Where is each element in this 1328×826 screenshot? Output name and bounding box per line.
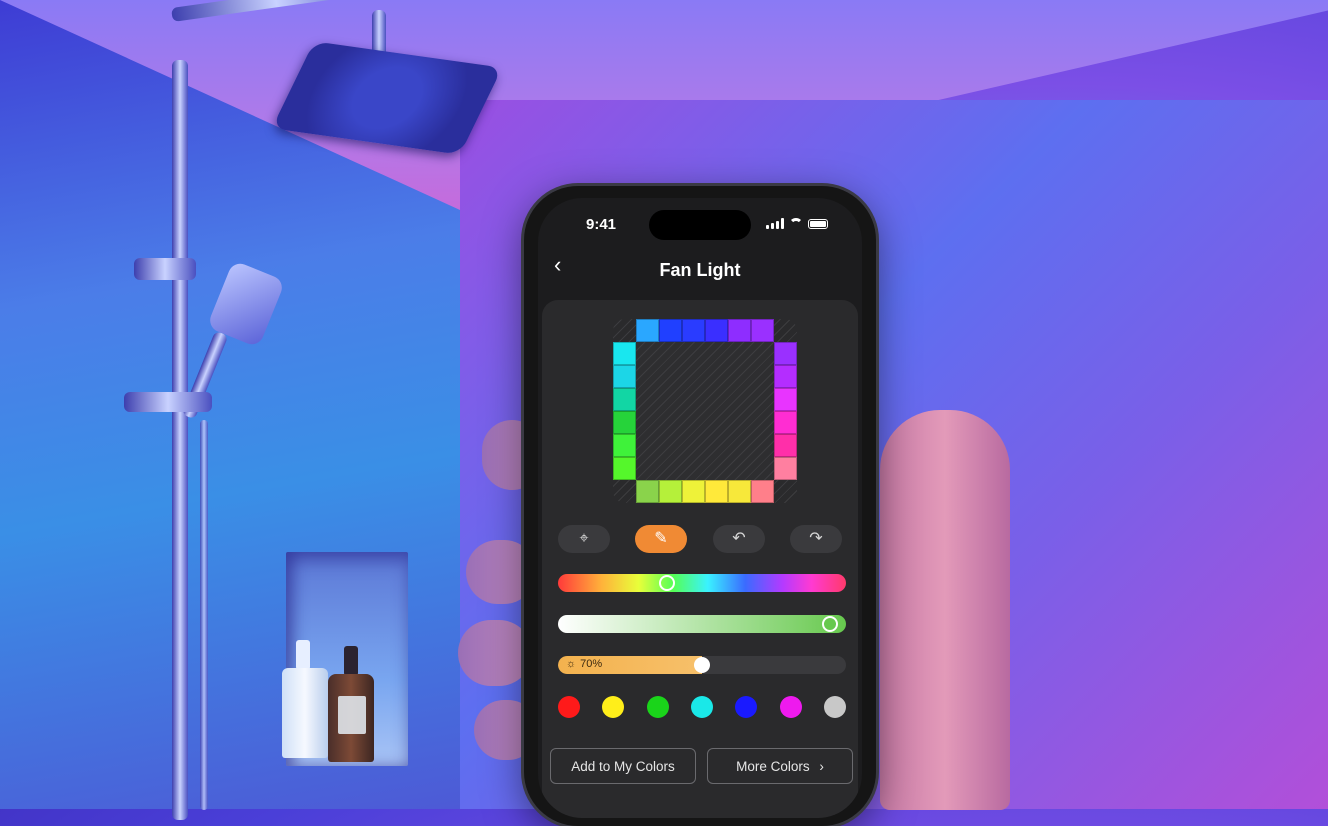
led-cell-left[interactable] [613, 342, 636, 365]
select-icon: ⌖ [579, 530, 589, 547]
preset-colors [558, 696, 846, 720]
brightness-value: 70% [580, 658, 603, 670]
saturation-slider-knob[interactable] [821, 616, 838, 632]
preset-color-dot[interactable] [646, 696, 669, 718]
led-cell-top[interactable] [682, 319, 705, 342]
undo-icon: ↶ [732, 530, 746, 547]
led-cell-bottom[interactable] [751, 480, 774, 503]
dynamic-island [649, 210, 751, 240]
bottle-amber-neck [344, 646, 358, 676]
led-cell-right[interactable] [774, 457, 797, 480]
page-title: Fan Light [659, 260, 741, 280]
led-cell-left[interactable] [613, 434, 636, 457]
wifi-icon [789, 218, 803, 229]
led-cell-left[interactable] [613, 457, 636, 480]
led-grid [613, 319, 797, 503]
phone-screen: 9:41 ‹ Fan Light ⌖ ✎ ↶ ↷ ☼ 70% Add to My… [538, 198, 862, 818]
led-cell-bottom[interactable] [705, 480, 728, 503]
led-grid-center [636, 342, 774, 480]
preset-color-dot[interactable] [824, 696, 846, 718]
shower-hose [200, 420, 208, 810]
bottle-amber-label [338, 696, 366, 734]
led-cell-top[interactable] [751, 319, 774, 342]
more-colors-button[interactable]: More Colors › [707, 748, 853, 784]
control-panel: ⌖ ✎ ↶ ↷ ☼ 70% Add to My Colors More Colo… [542, 300, 858, 818]
more-colors-label: More Colors [736, 759, 810, 774]
led-cell-top[interactable] [728, 319, 751, 342]
led-cell-left[interactable] [613, 411, 636, 434]
brightness-label: ☼ 70% [566, 658, 602, 670]
led-cell-bottom[interactable] [682, 480, 705, 503]
right-hand [880, 410, 1010, 810]
phone: 9:41 ‹ Fan Light ⌖ ✎ ↶ ↷ ☼ 70% Add to My… [524, 186, 876, 826]
led-cell-bottom[interactable] [659, 480, 682, 503]
cellular-signal-icon [766, 218, 784, 229]
battery-icon [808, 218, 828, 229]
status-time: 9:41 [586, 216, 617, 233]
bottle-white [282, 668, 328, 758]
add-to-my-colors-button[interactable]: Add to My Colors [550, 748, 696, 784]
preset-color-dot[interactable] [558, 696, 580, 718]
hue-slider[interactable] [558, 574, 846, 592]
shower-pipe-vertical [172, 60, 188, 820]
chevron-right-icon: › [819, 759, 824, 774]
led-cell-right[interactable] [774, 411, 797, 434]
select-tool-button[interactable]: ⌖ [558, 525, 610, 553]
led-cell-left[interactable] [613, 365, 636, 388]
tool-row: ⌖ ✎ ↶ ↷ [558, 525, 842, 553]
left-hand-finger-3 [458, 620, 532, 686]
brightness-slider[interactable]: ☼ 70% [558, 656, 846, 674]
undo-button[interactable]: ↶ [713, 525, 765, 553]
led-cell-top[interactable] [705, 319, 728, 342]
led-cell-right[interactable] [774, 342, 797, 365]
redo-icon: ↷ [809, 530, 823, 547]
redo-button[interactable]: ↷ [790, 525, 842, 553]
led-cell-right[interactable] [774, 388, 797, 411]
add-to-my-colors-label: Add to My Colors [571, 759, 675, 774]
preset-color-dot[interactable] [602, 696, 625, 718]
led-cell-left[interactable] [613, 388, 636, 411]
led-cell-top[interactable] [636, 319, 659, 342]
led-cell-right[interactable] [774, 434, 797, 457]
brightness-slider-knob[interactable] [694, 657, 710, 673]
brush-icon: ✎ [654, 530, 668, 547]
led-cell-bottom[interactable] [728, 480, 751, 503]
bottle-white-neck [296, 640, 310, 670]
brush-tool-button[interactable]: ✎ [635, 525, 687, 553]
status-icons [766, 218, 828, 229]
led-cell-top[interactable] [659, 319, 682, 342]
preset-color-dot[interactable] [779, 696, 802, 718]
shower-bracket-upper [134, 258, 196, 280]
hue-slider-knob[interactable] [658, 575, 675, 591]
led-cell-bottom[interactable] [636, 480, 659, 503]
sun-icon: ☼ [566, 658, 577, 670]
led-cell-right[interactable] [774, 365, 797, 388]
preset-color-dot[interactable] [735, 696, 758, 718]
saturation-slider[interactable] [558, 615, 846, 633]
shower-bracket [124, 392, 212, 412]
preset-color-dot[interactable] [691, 696, 713, 718]
